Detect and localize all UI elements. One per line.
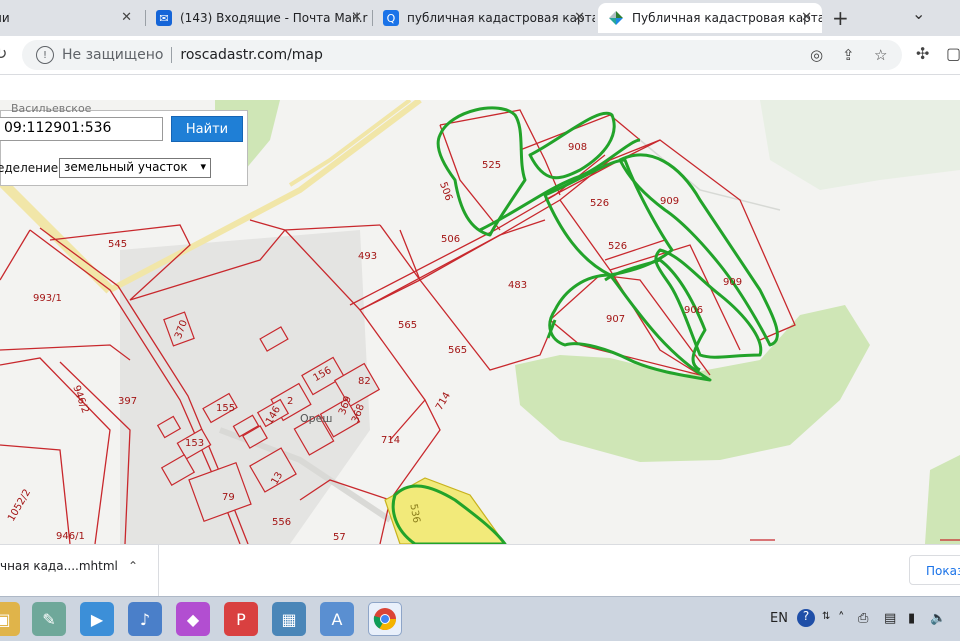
share-icon[interactable]: ⇪ <box>842 46 855 64</box>
divider <box>171 47 173 63</box>
parcel-label[interactable]: 906 <box>684 305 703 316</box>
gem-icon[interactable]: ◆ <box>176 602 210 636</box>
parcel-label[interactable]: 526 <box>590 198 609 209</box>
chevron-up-icon[interactable]: ⌃ <box>128 559 138 573</box>
folder-icon[interactable]: ▣ <box>0 602 20 636</box>
parcel-label[interactable]: 526 <box>608 241 627 252</box>
mail-icon: ✉ <box>156 10 172 26</box>
printer-icon[interactable]: ⎙ <box>858 611 868 626</box>
definition-value: земельный участок <box>64 160 188 174</box>
parcel-label[interactable]: 82 <box>358 376 371 387</box>
close-icon[interactable]: ✕ <box>801 10 812 25</box>
show-all-button[interactable]: Показ <box>909 555 960 585</box>
chevron-down-icon: ▾ <box>200 160 206 173</box>
tab-1[interactable]: ни ✕ <box>0 3 142 33</box>
parcel-label[interactable]: 714 <box>381 435 400 446</box>
close-icon[interactable]: ✕ <box>351 10 362 25</box>
speaker-icon[interactable]: ♪ <box>128 602 162 636</box>
eye-off-icon[interactable]: ◎ <box>810 46 823 64</box>
parcel-label[interactable]: 946/1 <box>56 531 85 542</box>
parcel-label[interactable]: 993/1 <box>33 293 62 304</box>
parcel-label[interactable]: 493 <box>358 251 377 262</box>
parcel-label[interactable]: 79 <box>222 492 235 503</box>
close-icon[interactable]: ✕ <box>121 10 132 25</box>
parcel-label[interactable]: 907 <box>606 314 625 325</box>
parcel-label[interactable]: 545 <box>108 239 127 250</box>
signal-icon[interactable]: ▮ <box>908 611 915 626</box>
parcel-label[interactable]: 483 <box>508 280 527 291</box>
tab-title: Публичная кадастровая карта <box>632 11 822 25</box>
find-button[interactable]: Найти <box>171 116 243 142</box>
tab-title: ни <box>0 11 10 25</box>
new-tab-icon[interactable]: + <box>832 6 849 30</box>
parcel-label[interactable]: 909 <box>660 196 679 207</box>
divider <box>158 545 159 597</box>
address-bar[interactable]: ! Не защищено roscadastr.com/map ◎ ⇪ ☆ <box>22 40 902 70</box>
field-area <box>760 100 960 190</box>
definition-label: еделение: <box>0 161 63 175</box>
tab-2[interactable]: ✉ (143) Входящие - Почта Mail.r ✕ <box>146 3 372 33</box>
help-icon[interactable]: ? <box>797 609 815 627</box>
parcel-label[interactable]: 565 <box>448 345 467 356</box>
locality-label: Васильевское <box>11 102 92 115</box>
forest-area <box>925 455 960 544</box>
star-icon[interactable]: ☆ <box>874 46 887 64</box>
chrome-icon[interactable] <box>368 602 402 636</box>
notepad-icon[interactable]: ✎ <box>32 602 66 636</box>
chevron-up-icon[interactable]: ˄ <box>838 611 845 626</box>
road <box>288 100 412 187</box>
extensions-icon[interactable]: ✣ <box>916 44 929 63</box>
security-status: Не защищено <box>62 47 164 63</box>
search-icon: Q <box>383 10 399 26</box>
cadastral-number-input[interactable]: 09:112901:536 <box>0 117 163 141</box>
side-panel-icon[interactable]: ▢ <box>946 44 960 63</box>
parcel-label[interactable]: 57 <box>333 532 346 543</box>
network-icon[interactable]: ⇅ <box>822 611 830 622</box>
definition-select[interactable]: земельный участок ▾ <box>59 158 211 178</box>
search-panel: Васильевское 09:112901:536 Найти еделени… <box>0 102 248 186</box>
parcel-label[interactable]: 397 <box>118 396 137 407</box>
clipboard-icon[interactable]: ▤ <box>884 611 896 626</box>
reload-icon[interactable]: ↻ <box>0 44 7 63</box>
pdf-icon[interactable]: P <box>224 602 258 636</box>
parcel-label[interactable]: 155 <box>216 403 235 414</box>
url-text: roscadastr.com/map <box>180 47 323 63</box>
parcel-label[interactable]: 525 <box>482 160 501 171</box>
volume-icon[interactable]: 🔈 <box>930 611 946 626</box>
parcel-label[interactable]: 908 <box>568 142 587 153</box>
close-icon[interactable]: ✕ <box>574 10 585 25</box>
pkk-logo-icon <box>608 10 624 26</box>
tab-3[interactable]: Q публичная кадастровая карта ✕ <box>373 3 595 33</box>
parcel-label[interactable]: 506 <box>441 234 460 245</box>
tab-4-active[interactable]: Публичная кадастровая карта ✕ <box>598 3 822 33</box>
parcel-label[interactable]: 565 <box>398 320 417 331</box>
tab-strip: ни ✕ ✉ (143) Входящие - Почта Mail.r ✕ Q… <box>0 0 960 36</box>
download-bar: чная када....mhtml ⌃ Показ <box>0 544 960 597</box>
warning-icon[interactable]: ! <box>36 46 54 64</box>
download-file-name[interactable]: чная када....mhtml <box>0 559 118 573</box>
tab-title: (143) Входящие - Почта Mail.r <box>180 11 368 25</box>
windows-taskbar: ▣ ✎ ▶ ♪ ◆ P ▦ A EN ? ⇅ ˄ ⎙ ▤ ▮ 🔈 <box>0 596 960 641</box>
cadastral-map[interactable]: Васильевское 09:112901:536 Найти еделени… <box>0 100 960 544</box>
media-player-icon[interactable]: ▶ <box>80 602 114 636</box>
parcel-label[interactable]: 2 <box>287 396 293 407</box>
browser-toolbar: ! Не защищено roscadastr.com/map ◎ ⇪ ☆ ↻… <box>0 36 960 75</box>
image-viewer-icon[interactable]: ▦ <box>272 602 306 636</box>
village-label: Ореш <box>300 412 333 425</box>
hand-drawn-outlines <box>391 106 779 544</box>
document-icon[interactable]: A <box>320 602 354 636</box>
language-indicator[interactable]: EN <box>770 611 788 626</box>
parcel-label[interactable]: 153 <box>185 438 204 449</box>
tab-title: публичная кадастровая карта <box>407 11 595 25</box>
forest-area <box>515 305 870 462</box>
parcel-label[interactable]: 909 <box>723 277 742 288</box>
tab-search-icon[interactable]: ⌄ <box>912 4 925 23</box>
parcel-label[interactable]: 556 <box>272 517 291 528</box>
